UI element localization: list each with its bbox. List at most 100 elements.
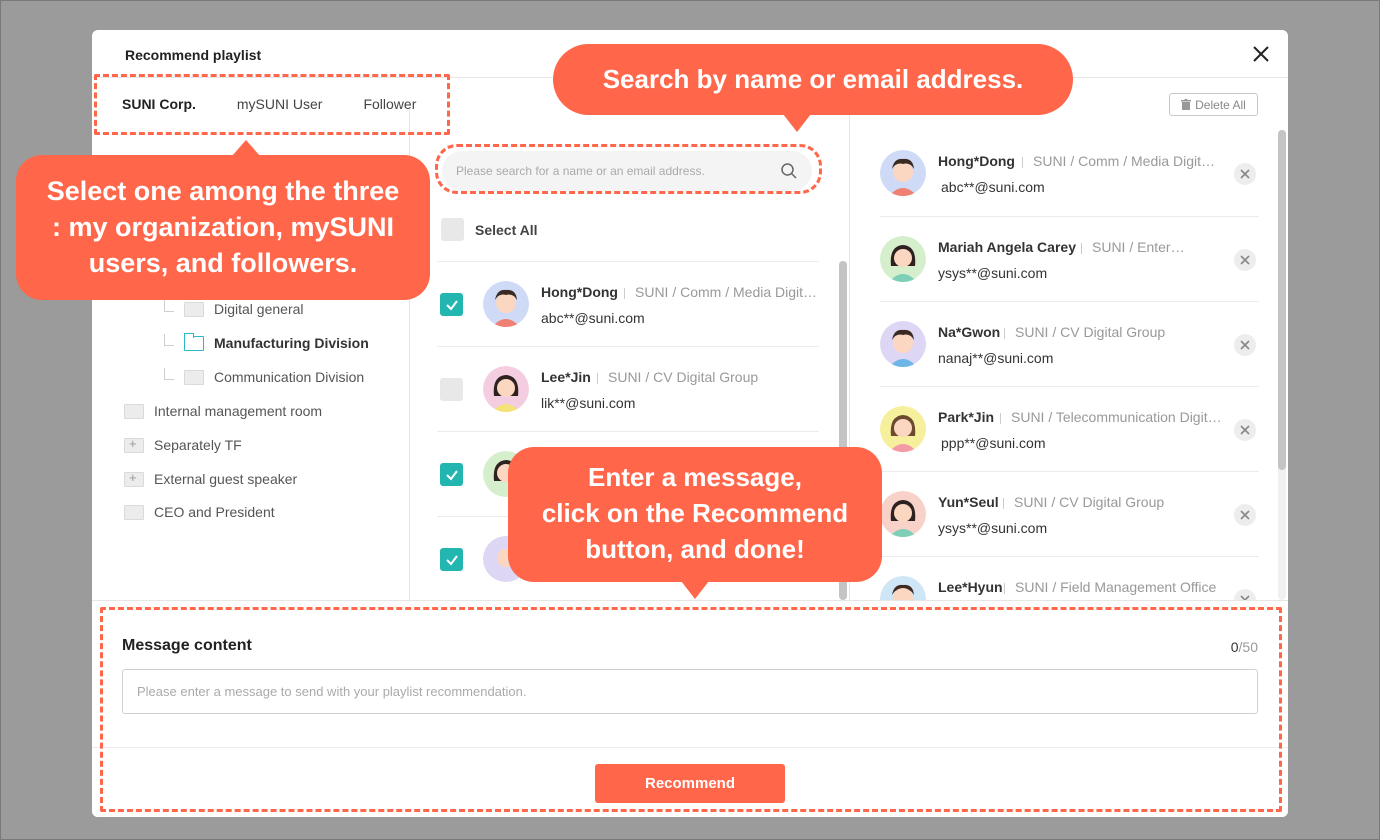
result-row[interactable]: Hong*Dong SUNI / Comm / Media Digital Gr… (437, 261, 819, 346)
avatar (880, 236, 926, 282)
close-icon (1240, 169, 1250, 179)
recommend-button[interactable]: Recommend (595, 764, 785, 803)
remove-user-button[interactable] (1234, 163, 1256, 185)
user-organization: SUNI / Field Management Office (1004, 579, 1226, 595)
tree-item-label: Internal management room (154, 403, 323, 419)
tree-item-internal-management-room[interactable]: Internal management room (124, 400, 322, 422)
remove-user-button[interactable] (1234, 589, 1256, 600)
tree-item-label: External guest speaker (154, 471, 298, 487)
user-email: abc**@suni.com (941, 179, 1045, 195)
search-icon[interactable] (780, 162, 798, 180)
callout-text: click on the Recommend (541, 498, 849, 528)
selected-user-row: Lee*Hyun SUNI / Field Management Office (880, 556, 1259, 600)
audience-tabs: SUNI Corp. mySUNI User Follower (122, 96, 457, 112)
user-name: Lee*Hyun (938, 579, 1003, 595)
checkbox-checked-icon[interactable] (440, 293, 463, 316)
user-organization: SUNI / CV Digital Group (597, 369, 819, 385)
user-name: Yun*Seul (938, 494, 999, 510)
tree-item-digital-general[interactable]: Digital general (184, 298, 304, 320)
tabs-callout: Select one among the three : my organiza… (16, 155, 430, 300)
remove-user-button[interactable] (1234, 334, 1256, 356)
message-section: Message content 0/50 Recommend (92, 600, 1288, 817)
user-organization: SUNI / Telecommunication Digital Group (1000, 409, 1225, 425)
search-box (442, 151, 812, 191)
user-name: Mariah Angela Carey (938, 239, 1076, 255)
selected-scrollbar[interactable] (1278, 130, 1286, 470)
folder-open-icon (184, 332, 204, 351)
user-email: abc**@suni.com (541, 310, 645, 326)
avatar (880, 321, 926, 367)
user-email: ysys**@suni.com (938, 520, 1048, 536)
user-email: nanaj**@suni.com (938, 350, 1054, 366)
user-email: ysys**@suni.com (938, 265, 1048, 281)
message-callout-arrow (681, 581, 709, 599)
message-char-count: 0/50 (1231, 639, 1258, 655)
select-all-label: Select All (475, 221, 538, 238)
callout-text: Enter a message, (588, 462, 802, 492)
user-organization: SUNI / CV Digital Group (1003, 494, 1223, 510)
user-email: lik**@suni.com (541, 395, 636, 411)
search-callout: Search by name or email address. (553, 44, 1073, 115)
char-count-max: /50 (1238, 639, 1258, 655)
checkbox-icon[interactable] (441, 218, 464, 241)
selected-user-row: Na*Gwon SUNI / CV Digital Group nanaj**@… (880, 301, 1259, 386)
checkbox-icon[interactable] (440, 378, 463, 401)
select-all-checkbox[interactable]: Select All (441, 218, 538, 241)
user-name: Lee*Jin (541, 369, 591, 385)
folder-icon (184, 301, 204, 317)
avatar (880, 491, 926, 537)
callout-text: users, and followers. (88, 248, 358, 278)
remove-user-button[interactable] (1234, 419, 1256, 441)
avatar (880, 150, 926, 196)
tree-item-manufacturing-division[interactable]: Manufacturing Division (184, 332, 369, 354)
message-label: Message content (122, 637, 252, 654)
user-name: Na*Gwon (938, 324, 1001, 340)
folder-icon (124, 403, 144, 419)
user-organization: SUNI / Enterprise Group (1081, 239, 1191, 255)
tree-item-separately-tf[interactable]: Separately TF (124, 434, 242, 456)
callout-text: : my organization, mySUNI (51, 212, 395, 242)
trash-icon (1181, 99, 1192, 110)
remove-user-button[interactable] (1234, 249, 1256, 271)
checkbox-checked-icon[interactable] (440, 548, 463, 571)
folder-icon (184, 369, 204, 385)
char-count-current: 0 (1230, 639, 1239, 655)
close-icon[interactable] (1248, 41, 1274, 67)
tab-mysuni-user[interactable]: mySUNI User (237, 96, 323, 112)
avatar (880, 406, 926, 452)
selected-user-row: Yun*Seul SUNI / CV Digital Group ysys**@… (880, 471, 1259, 556)
message-input[interactable] (122, 669, 1258, 714)
checkbox-checked-icon[interactable] (440, 463, 463, 486)
avatar (880, 576, 926, 600)
result-row[interactable]: Lee*Jin SUNI / CV Digital Group lik**@su… (437, 346, 819, 431)
close-icon (1240, 510, 1250, 520)
user-organization: SUNI / CV Digital Group (1004, 324, 1224, 340)
selected-user-row: Hong*Dong SUNI / Comm / Media Digital Gr… (880, 131, 1259, 216)
user-organization: SUNI / Comm / Media Digital Group (1022, 153, 1222, 169)
search-input[interactable] (456, 161, 776, 181)
folder-plus-icon[interactable] (124, 436, 144, 453)
tree-item-label: CEO and President (154, 504, 275, 520)
avatar (483, 366, 529, 412)
tree-item-external-guest-speaker[interactable]: External guest speaker (124, 468, 297, 490)
folder-icon (124, 504, 144, 520)
tab-suni-corp[interactable]: SUNI Corp. (122, 96, 196, 112)
user-name: Hong*Dong (938, 153, 1015, 169)
user-name: Hong*Dong (541, 284, 618, 300)
tree-branch-line (164, 300, 174, 312)
tree-item-label: Manufacturing Division (214, 335, 369, 351)
callout-text: Select one among the three (46, 176, 400, 206)
user-name: Park*Jin (938, 409, 995, 425)
folder-plus-icon[interactable] (124, 470, 144, 487)
message-callout: Enter a message, click on the Recommend … (508, 447, 882, 582)
search-callout-arrow (783, 114, 811, 132)
tree-item-label: Separately TF (154, 437, 242, 453)
remove-user-button[interactable] (1234, 504, 1256, 526)
selected-user-row: Park*Jin SUNI / Telecommunication Digita… (880, 386, 1259, 471)
callout-text: Search by name or email address. (602, 64, 1024, 94)
tree-item-communication-division[interactable]: Communication Division (184, 366, 364, 388)
footer-divider (92, 747, 1288, 748)
delete-all-button[interactable]: Delete All (1169, 93, 1258, 116)
modal-title: Recommend playlist (125, 47, 262, 63)
tree-item-ceo-and-president[interactable]: CEO and President (124, 501, 275, 523)
